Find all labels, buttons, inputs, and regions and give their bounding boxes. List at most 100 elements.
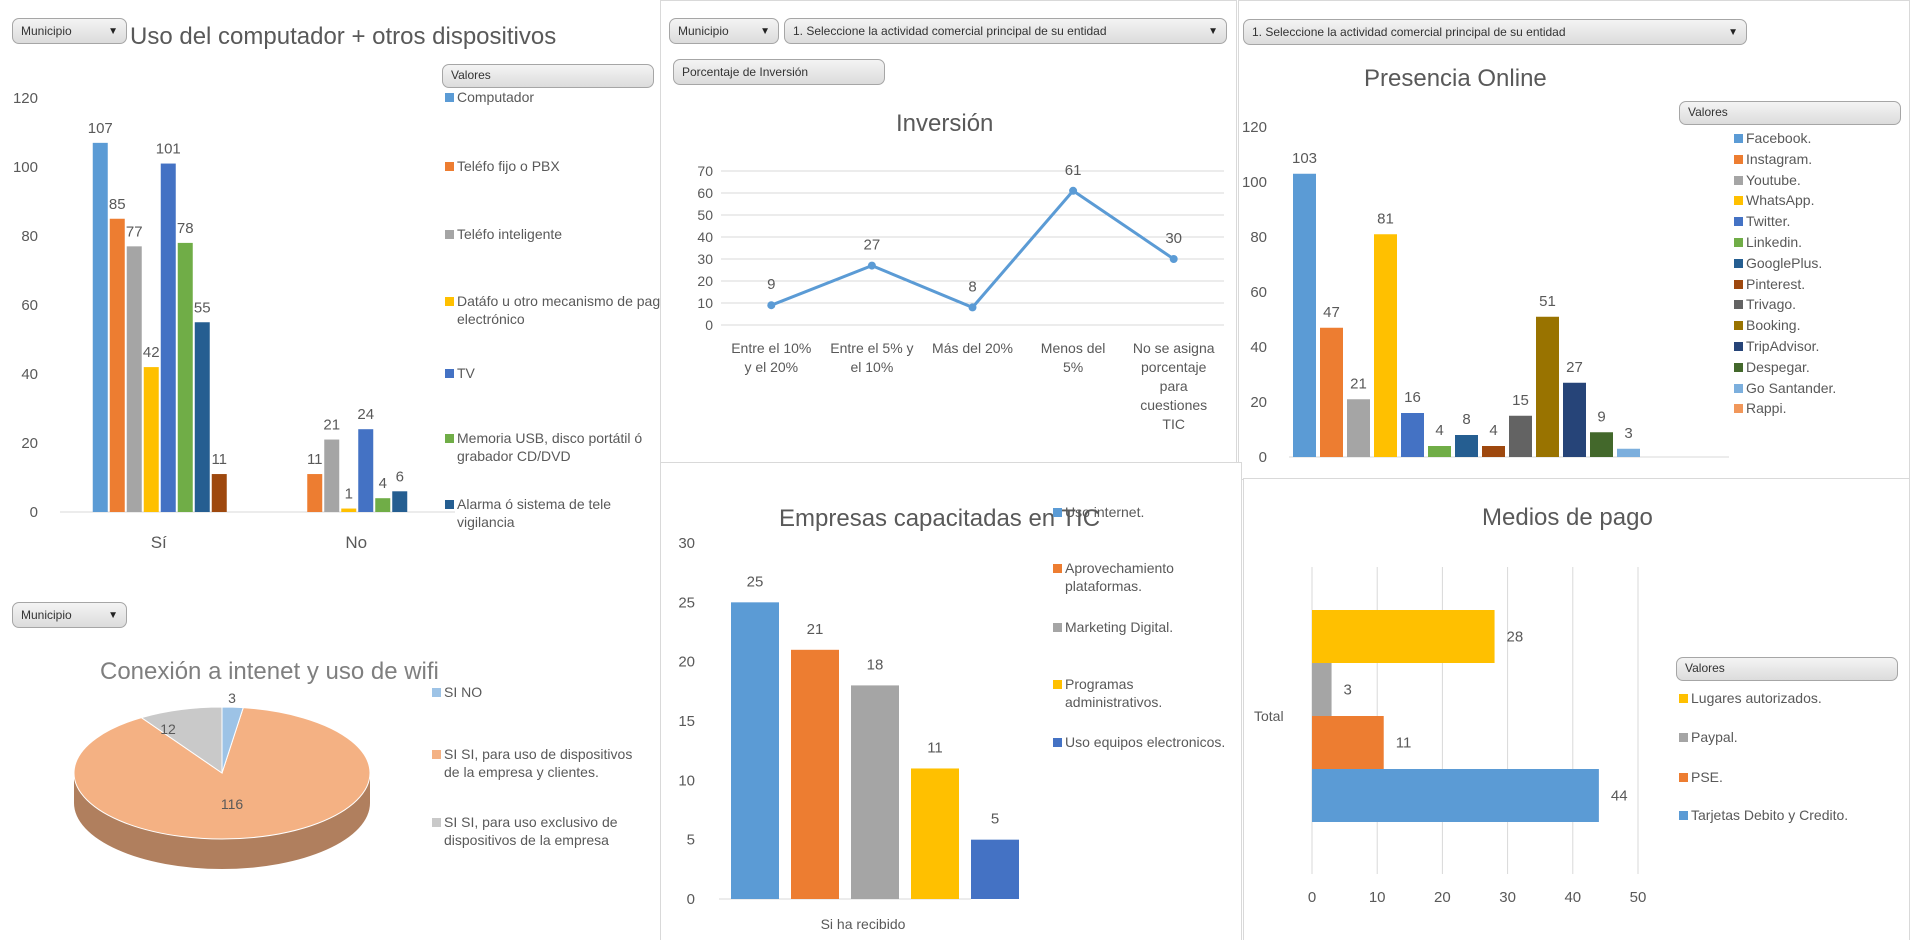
bar	[1312, 610, 1495, 663]
legend-item: Datáfo u otro mecanismo de pago electrón…	[445, 292, 672, 328]
legend-swatch	[1734, 217, 1743, 227]
bar	[126, 246, 142, 512]
y-tick-label: 0	[705, 317, 713, 333]
legend-label: TripAdvisor.	[1746, 338, 1820, 354]
data-label: 11	[211, 451, 227, 468]
legend-swatch	[445, 369, 454, 378]
bar	[1509, 415, 1532, 457]
legend-label: Memoria USB, disco portátil ó grabador C…	[457, 430, 643, 464]
legend-item: Despegar.	[1734, 358, 1910, 376]
bar	[375, 498, 391, 512]
bar	[109, 218, 125, 512]
legend-swatch	[445, 434, 454, 443]
y-tick-label: 40	[1250, 339, 1267, 356]
legend-swatch	[1053, 508, 1062, 517]
legend-swatch	[1734, 196, 1743, 206]
legend-swatch	[445, 230, 454, 239]
legend-item: Uso equipos electronicos.	[1053, 733, 1230, 751]
y-tick-label: 100	[13, 159, 38, 176]
legend-label: Linkedin.	[1746, 234, 1803, 250]
data-label: 1	[345, 486, 353, 503]
legend-label: Despegar.	[1746, 358, 1810, 375]
x-tick-label: 30	[1499, 889, 1516, 906]
data-point	[767, 301, 776, 310]
legend-label: Datáfo u otro mecanismo de pago electrón…	[457, 293, 668, 327]
data-label: 12	[160, 721, 176, 737]
legend-item: Teléfo inteligente	[445, 225, 672, 243]
legend-label: Alarma ó sistema de tele vigilancia	[457, 496, 612, 530]
y-tick-label: 120	[13, 90, 38, 107]
category-label: No se asigna porcentaje para cuestiones TIC	[1133, 340, 1215, 432]
bar	[160, 163, 176, 513]
bar	[177, 242, 193, 512]
data-label: 25	[747, 573, 764, 590]
data-label: 8	[1462, 411, 1470, 428]
legend-item: Go Santander.	[1734, 379, 1910, 397]
bar	[392, 491, 408, 512]
legend-label: SI SI, para uso exclusivo de dispositivo…	[444, 814, 618, 848]
category-label-line: el 10%	[850, 359, 893, 375]
legend-label: Instagram.	[1746, 150, 1813, 167]
y-tick-label: 40	[697, 229, 713, 245]
legend-swatch	[1679, 694, 1688, 703]
bar	[1374, 234, 1397, 457]
legend-swatch	[445, 93, 454, 102]
bar	[911, 768, 959, 899]
bar	[211, 474, 227, 512]
data-point	[1169, 255, 1178, 263]
legend-item: TV	[445, 364, 672, 382]
data-label: 101	[156, 141, 181, 158]
bar	[1293, 173, 1316, 457]
bar	[1482, 446, 1505, 457]
legend-swatch	[445, 162, 454, 171]
data-label: 55	[194, 299, 211, 316]
y-tick-label: 30	[678, 535, 695, 552]
x-tick-label: 20	[1434, 889, 1451, 906]
legend-swatch	[432, 688, 441, 697]
category-label-line: y el 20%	[744, 359, 798, 375]
legend-swatch	[1734, 279, 1743, 289]
legend-swatch	[1734, 342, 1743, 351]
bar	[358, 429, 374, 512]
bar	[92, 142, 108, 512]
legend-label: Teléfo fijo o PBX	[457, 158, 560, 174]
y-tick-label: 0	[1259, 449, 1267, 466]
data-label: 42	[143, 344, 160, 361]
y-tick-label: 70	[697, 163, 713, 179]
category-label: Más del 20%	[932, 340, 1013, 356]
panel-inversion: Municipio ▼ 1. Seleccione la actividad co…	[660, 0, 1237, 464]
data-point	[968, 303, 977, 312]
y-tick-label: 15	[678, 713, 695, 730]
bar	[731, 602, 779, 899]
legend-item: Pinterest.	[1734, 275, 1910, 293]
legend-label: Pinterest.	[1746, 275, 1806, 292]
data-label: 81	[1377, 210, 1394, 227]
bar	[143, 367, 159, 512]
legend-swatch	[1734, 238, 1743, 247]
legend-item: Rappi.	[1734, 399, 1910, 417]
legend-label: Uso internet.	[1065, 504, 1145, 520]
legend-label: WhatsApp.	[1746, 192, 1815, 209]
data-label: 30	[1165, 230, 1182, 247]
data-label: 18	[867, 656, 884, 673]
category-label: Entre el 5% y el 10%	[830, 340, 913, 375]
data-label: 9	[767, 276, 775, 293]
category-label-line: para	[1160, 378, 1188, 394]
legend-item: Instagram.	[1734, 150, 1910, 168]
data-label: 16	[1404, 389, 1421, 406]
legend-swatch	[1734, 154, 1743, 164]
bar	[851, 685, 899, 899]
bar	[1617, 448, 1640, 457]
legend-swatch	[1053, 738, 1062, 747]
y-tick-label: 25	[678, 594, 695, 611]
y-tick-label: 0	[687, 891, 695, 908]
category-label: Entre el 10% y el 20%	[731, 340, 811, 375]
y-tick-label: 60	[1250, 284, 1267, 301]
category-label-line: 5%	[1063, 359, 1083, 375]
legend-label: Computador	[457, 89, 535, 105]
bar	[307, 474, 323, 512]
legend-label: PSE.	[1691, 769, 1723, 785]
bar	[1455, 435, 1478, 457]
bar	[194, 322, 210, 512]
panel-wifi: Municipio ▼ Conexión a intenet y uso de w…	[0, 585, 660, 940]
